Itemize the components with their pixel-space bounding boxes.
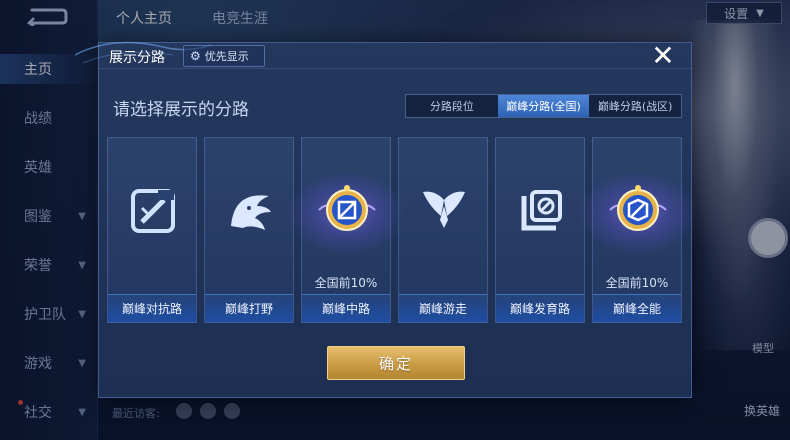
lane-card-label: 巅峰对抗路: [108, 294, 196, 322]
farm-lane-icon: [521, 190, 562, 231]
clash-lane-icon: [131, 189, 175, 233]
dialog-title: 展示分路: [109, 50, 165, 66]
mid-lane-badge-icon: [318, 185, 376, 231]
lane-card-label: 巅峰游走: [399, 294, 487, 322]
close-button[interactable]: ✕: [649, 42, 677, 71]
lane-cards: 巅峰对抗路 巅峰打野 全国前10% 巅峰中路 巅峰游走 巅峰发育路 全国前10%…: [107, 137, 703, 323]
jungle-icon: [231, 195, 271, 230]
confirm-button[interactable]: 确定: [327, 346, 465, 380]
priority-label: 优先显示: [204, 50, 249, 63]
lane-card-label: 巅峰中路: [302, 294, 390, 322]
display-lane-dialog: 展示分路 ⚙ 优先显示 ✕ 请选择展示的分路 分路段位 巅峰分路(全国) 巅峰分…: [74, 42, 703, 398]
roam-icon: [423, 191, 465, 228]
lane-card-mid[interactable]: 全国前10% 巅峰中路: [282, 137, 412, 323]
tab-lane-rank[interactable]: 分路段位: [406, 95, 498, 117]
lane-card-label: 巅峰发育路: [496, 294, 584, 322]
lane-card-roam[interactable]: 巅峰游走: [398, 137, 488, 323]
lane-card-all-round[interactable]: 全国前10% 巅峰全能: [573, 137, 703, 323]
lane-mode-tabs: 分路段位 巅峰分路(全国) 巅峰分路(战区): [405, 94, 682, 118]
lane-card-clash[interactable]: 巅峰对抗路: [107, 137, 197, 323]
lane-card-label: 巅峰打野: [205, 294, 293, 322]
rank-text: 全国前10%: [314, 276, 378, 290]
lane-card-farm[interactable]: 巅峰发育路: [495, 137, 585, 323]
lane-card-label: 巅峰全能: [593, 294, 681, 322]
rank-text: 全国前10%: [605, 276, 669, 290]
tab-peak-lane-national[interactable]: 巅峰分路(全国): [497, 95, 590, 117]
gear-icon: ⚙: [190, 49, 201, 63]
dialog-subtitle: 请选择展示的分路: [113, 100, 249, 120]
tab-peak-lane-region[interactable]: 巅峰分路(战区): [589, 95, 681, 117]
all-round-badge-icon: [609, 185, 667, 231]
dialog-header: 展示分路 ⚙ 优先显示: [99, 43, 691, 69]
priority-display-button[interactable]: ⚙ 优先显示: [183, 45, 265, 67]
lane-card-jungle[interactable]: 巅峰打野: [204, 137, 294, 323]
